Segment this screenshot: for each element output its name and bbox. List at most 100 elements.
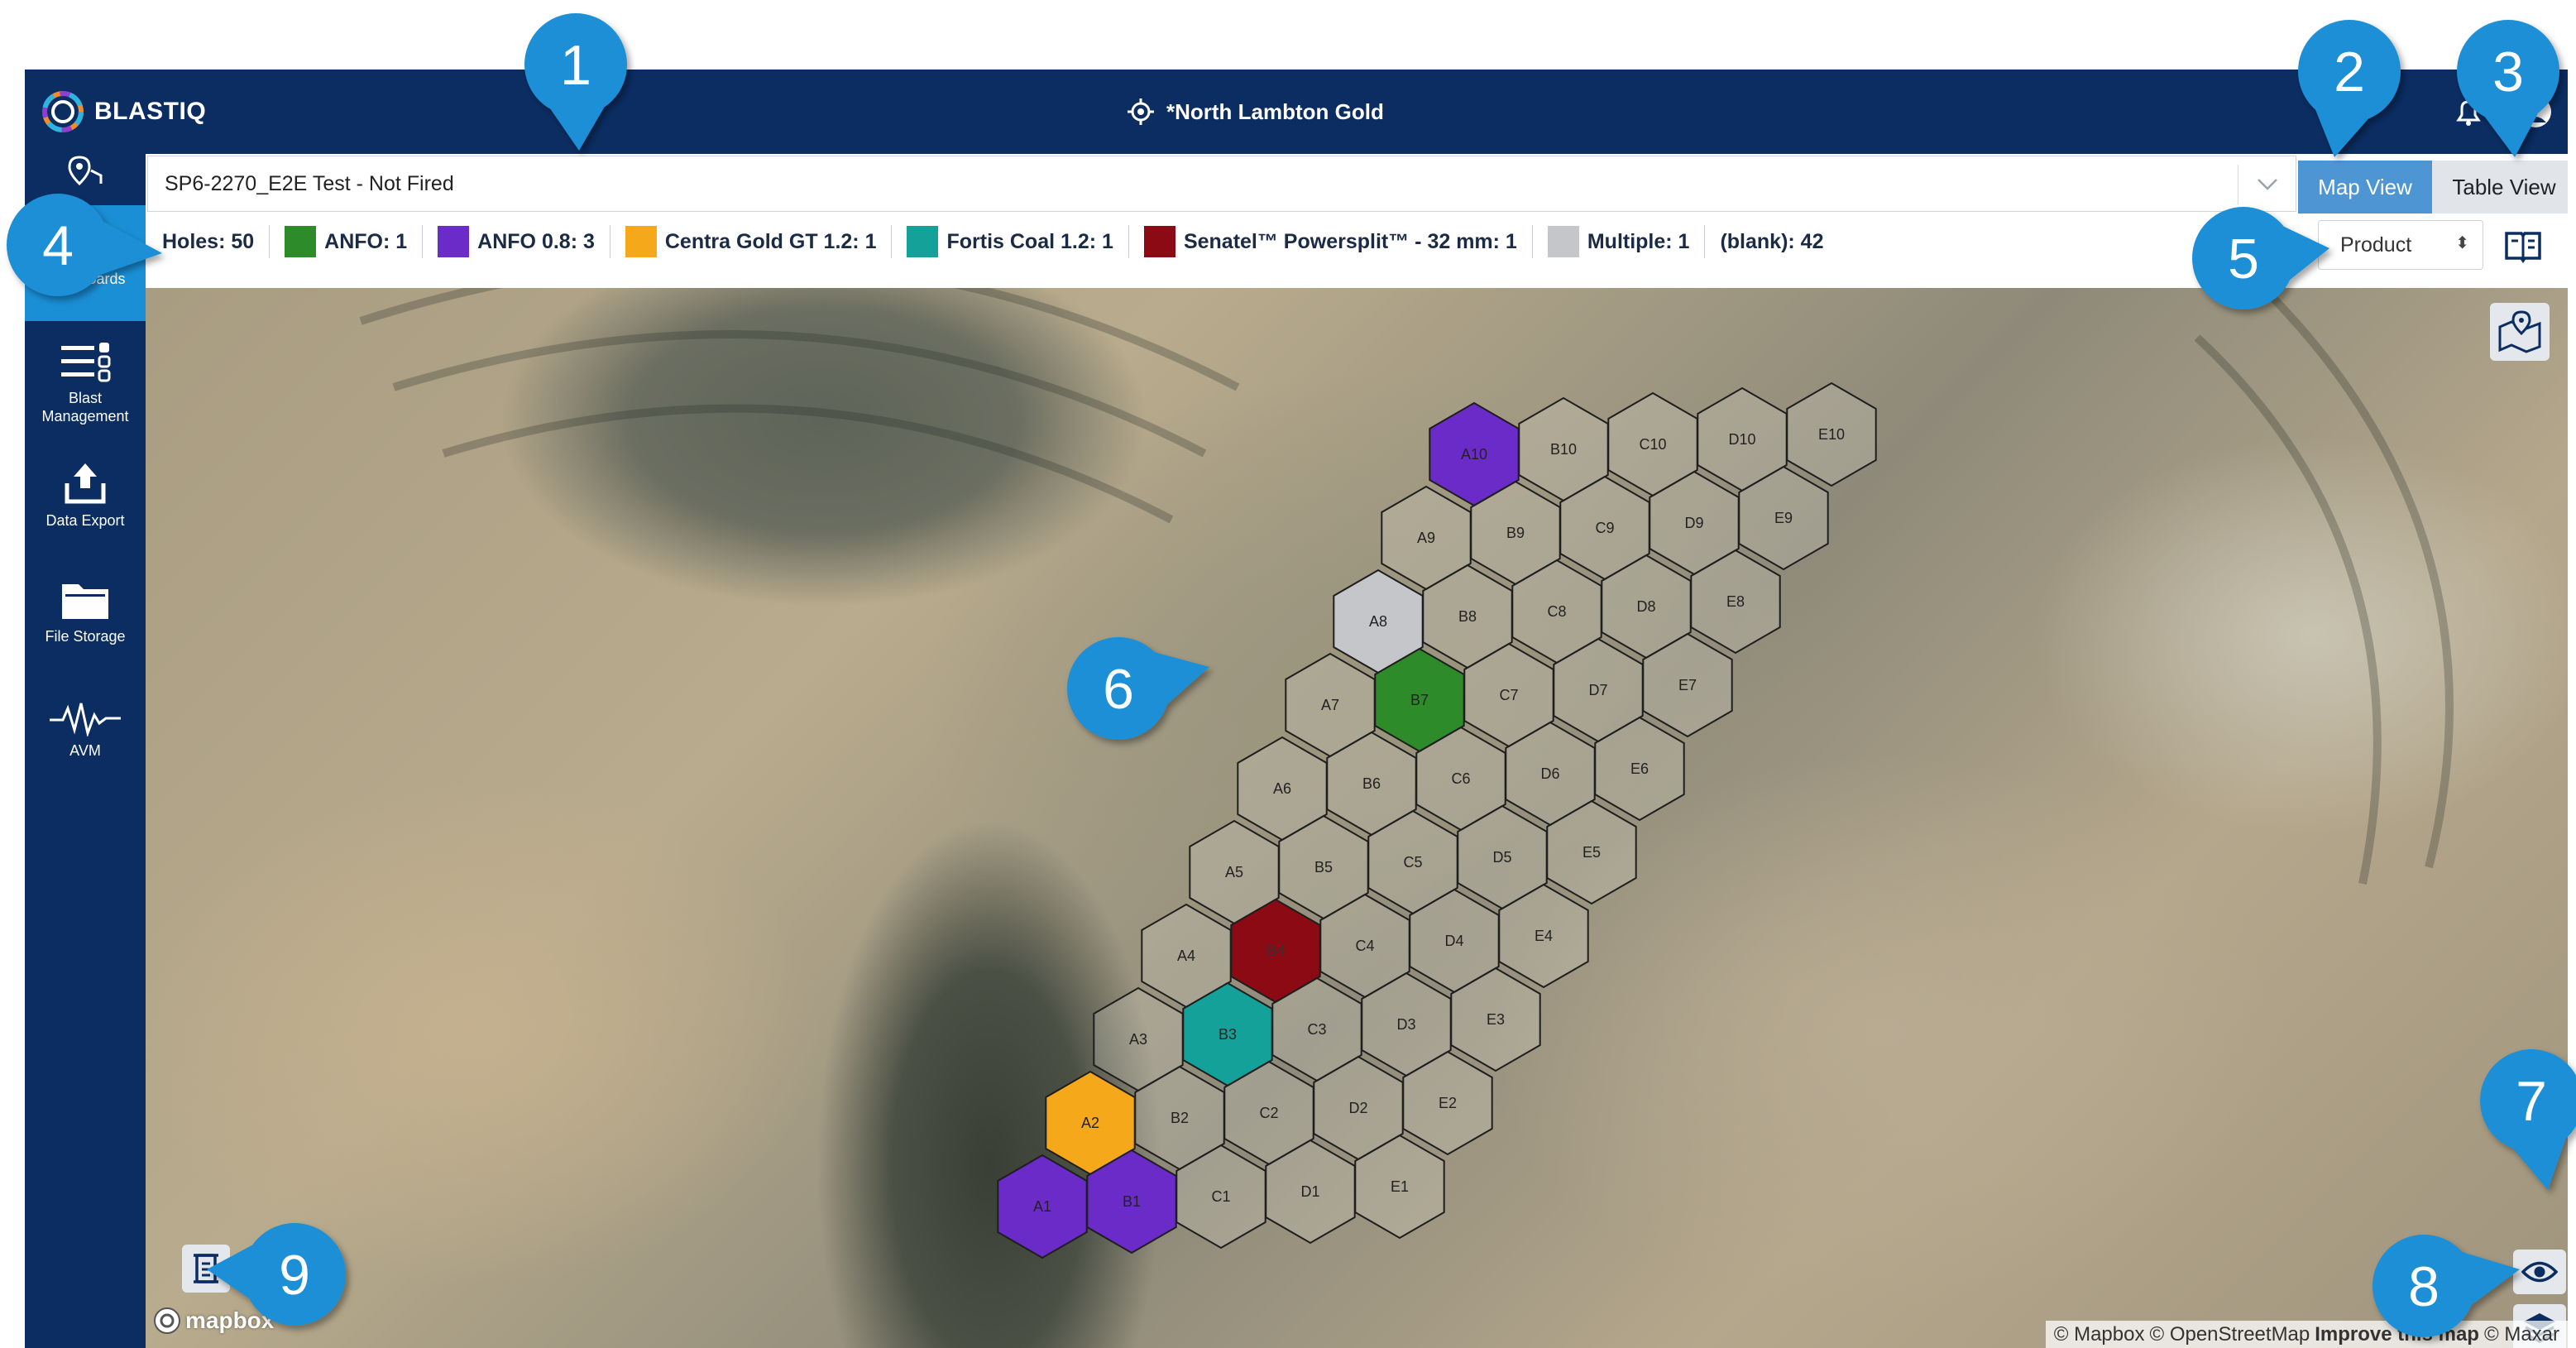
sidebar-item-blast-management[interactable]: Blast Management [25,341,146,440]
holes-count: Holes: 50 [162,229,255,253]
view-toggle: Map View Table View [2298,161,2568,213]
blast-management-icon [61,343,111,382]
attribution-improve[interactable]: Improve this map [2315,1323,2479,1346]
sidebar-item-label: File Storage [45,628,126,645]
legend-swatch [438,226,470,257]
site-name: *North Lambton Gold [1166,98,1384,124]
hole-label: A3 [1129,1031,1147,1048]
legend-label: Fortis Coal 1.2: 1 [946,229,1113,253]
legend-item-fortis-coal[interactable]: Fortis Coal 1.2: 1 [907,226,1113,257]
legend-swatch [1143,226,1175,257]
hole-label: C10 [1639,436,1666,453]
sidebar-item-map[interactable] [25,154,146,195]
legend-item-senatel[interactable]: Senatel™ Powersplit™ - 32 mm: 1 [1143,226,1517,257]
legend-divider [269,225,271,258]
hole-label: A6 [1273,780,1291,797]
legend-swatch [285,226,317,257]
legend-item-blank[interactable]: (blank): 42 [1720,230,1823,254]
select-arrows-icon: ⬍ [2455,234,2469,252]
legend-label: ANFO 0.8: 3 [477,229,595,253]
visibility-toggle[interactable] [2513,1250,2566,1294]
user-account-icon[interactable] [2518,94,2553,129]
dashboard-chart-icon [63,223,110,263]
legend-swatch [1547,226,1579,257]
hole-label: D9 [1684,515,1703,531]
hole-label: B10 [1550,441,1577,458]
blast-selector[interactable]: SP6-2270_E2E Test - Not Fired [147,156,2296,212]
hole-label: A1 [1033,1198,1051,1215]
chevron-down-icon [2257,179,2277,190]
sidebar-item-avm[interactable]: AVM [25,700,146,783]
open-book-icon [2505,232,2541,264]
hole-label: E4 [1535,928,1553,944]
legend-divider [891,225,893,258]
hole-label: B9 [1506,525,1525,541]
hole-label: E7 [1678,677,1697,693]
attribution-maxar[interactable]: © Maxar [2484,1323,2559,1346]
hole-label: E1 [1391,1178,1409,1195]
sidebar-item-file-storage[interactable]: File Storage [25,578,146,669]
hole-label: A4 [1177,947,1195,964]
hole-label: C4 [1355,938,1374,954]
legend-item-anfo-0-8[interactable]: ANFO 0.8: 3 [438,226,595,257]
mapbox-logo[interactable]: mapbox [154,1307,274,1334]
map-pin-icon [68,156,103,186]
hole-label: B3 [1219,1026,1237,1043]
attribution-mapbox[interactable]: © Mapbox [2054,1323,2145,1346]
legend-book-button[interactable] [2503,227,2543,265]
hole-label: B2 [1171,1110,1189,1126]
mapbox-icon [154,1307,180,1334]
blast-selector-value: SP6-2270_E2E Test - Not Fired [165,171,454,195]
sidebar-item-dashboards[interactable]: Dashboards [25,205,146,321]
sidebar-item-label: Blast Management [41,390,129,425]
map-layers-pin-icon [2498,310,2541,353]
color-by-select[interactable]: Product ⬍ [2318,220,2483,270]
table-view-button[interactable]: Table View [2432,161,2568,213]
hole-label: A5 [1225,864,1243,880]
hole-label: E3 [1487,1011,1505,1028]
brand-logo[interactable]: BLASTIQ [40,84,206,139]
hole-label: D1 [1300,1183,1319,1200]
legend-divider [1531,225,1533,258]
sidebar: Dashboards Blast Management Data Export … [25,154,146,1348]
hole-label: D3 [1396,1016,1415,1033]
attribution-osm[interactable]: © OpenStreetMap [2149,1323,2310,1346]
hole-label: C9 [1595,520,1614,536]
hole-label: E10 [1818,426,1845,443]
blast-selector-dropdown[interactable] [2238,165,2296,204]
legend-item-anfo[interactable]: ANFO: 1 [285,226,407,257]
hole-label: A2 [1081,1115,1099,1131]
hole-label: C3 [1307,1021,1326,1038]
drill-rig-button[interactable] [182,1245,230,1293]
hole-label: D5 [1492,849,1511,866]
hole-label: D4 [1444,933,1463,949]
map-style-toggle[interactable] [2490,303,2550,361]
legend-item-centra-gold[interactable]: Centra Gold GT 1.2: 1 [625,226,876,257]
map-view-button[interactable]: Map View [2298,161,2432,213]
hole-label: C7 [1499,687,1518,703]
legend-label: Senatel™ Powersplit™ - 32 mm: 1 [1183,229,1517,253]
hole-label: C8 [1547,603,1566,620]
brand-name: BLASTIQ [94,98,207,125]
sidebar-item-label: AVM [69,742,101,759]
sidebar-item-data-export[interactable]: Data Export [25,460,146,551]
hole-label: C1 [1211,1188,1230,1205]
drill-barrel-icon [194,1254,218,1283]
hole-label: B5 [1314,859,1333,875]
notifications-icon[interactable] [2452,95,2485,128]
legend-divider [1704,225,1706,258]
site-selector[interactable]: *North Lambton Gold [1127,70,1384,154]
blastiq-app: BLASTIQ *North Lambton Gold Dashboards B… [25,70,2568,1348]
hole-label: A8 [1369,613,1387,630]
hole-label: E5 [1582,844,1601,861]
hole-label: B6 [1362,775,1381,792]
hole-label: B8 [1458,608,1477,625]
hole-label: D8 [1636,598,1655,615]
blast-map[interactable]: A1 A2 A3 A4 A5 A6 A7 A8 A9 A10 B1 B2 B3 B4 B5 B6 B7 B8 B9 B… [146,288,2568,1348]
hole-label: C2 [1259,1105,1278,1121]
legend-label: Multiple: 1 [1587,229,1690,253]
legend-item-multiple[interactable]: Multiple: 1 [1547,226,1690,257]
location-target-icon [1128,98,1154,125]
mapbox-wordmark: mapbox [185,1307,275,1333]
legend-divider [422,225,424,258]
